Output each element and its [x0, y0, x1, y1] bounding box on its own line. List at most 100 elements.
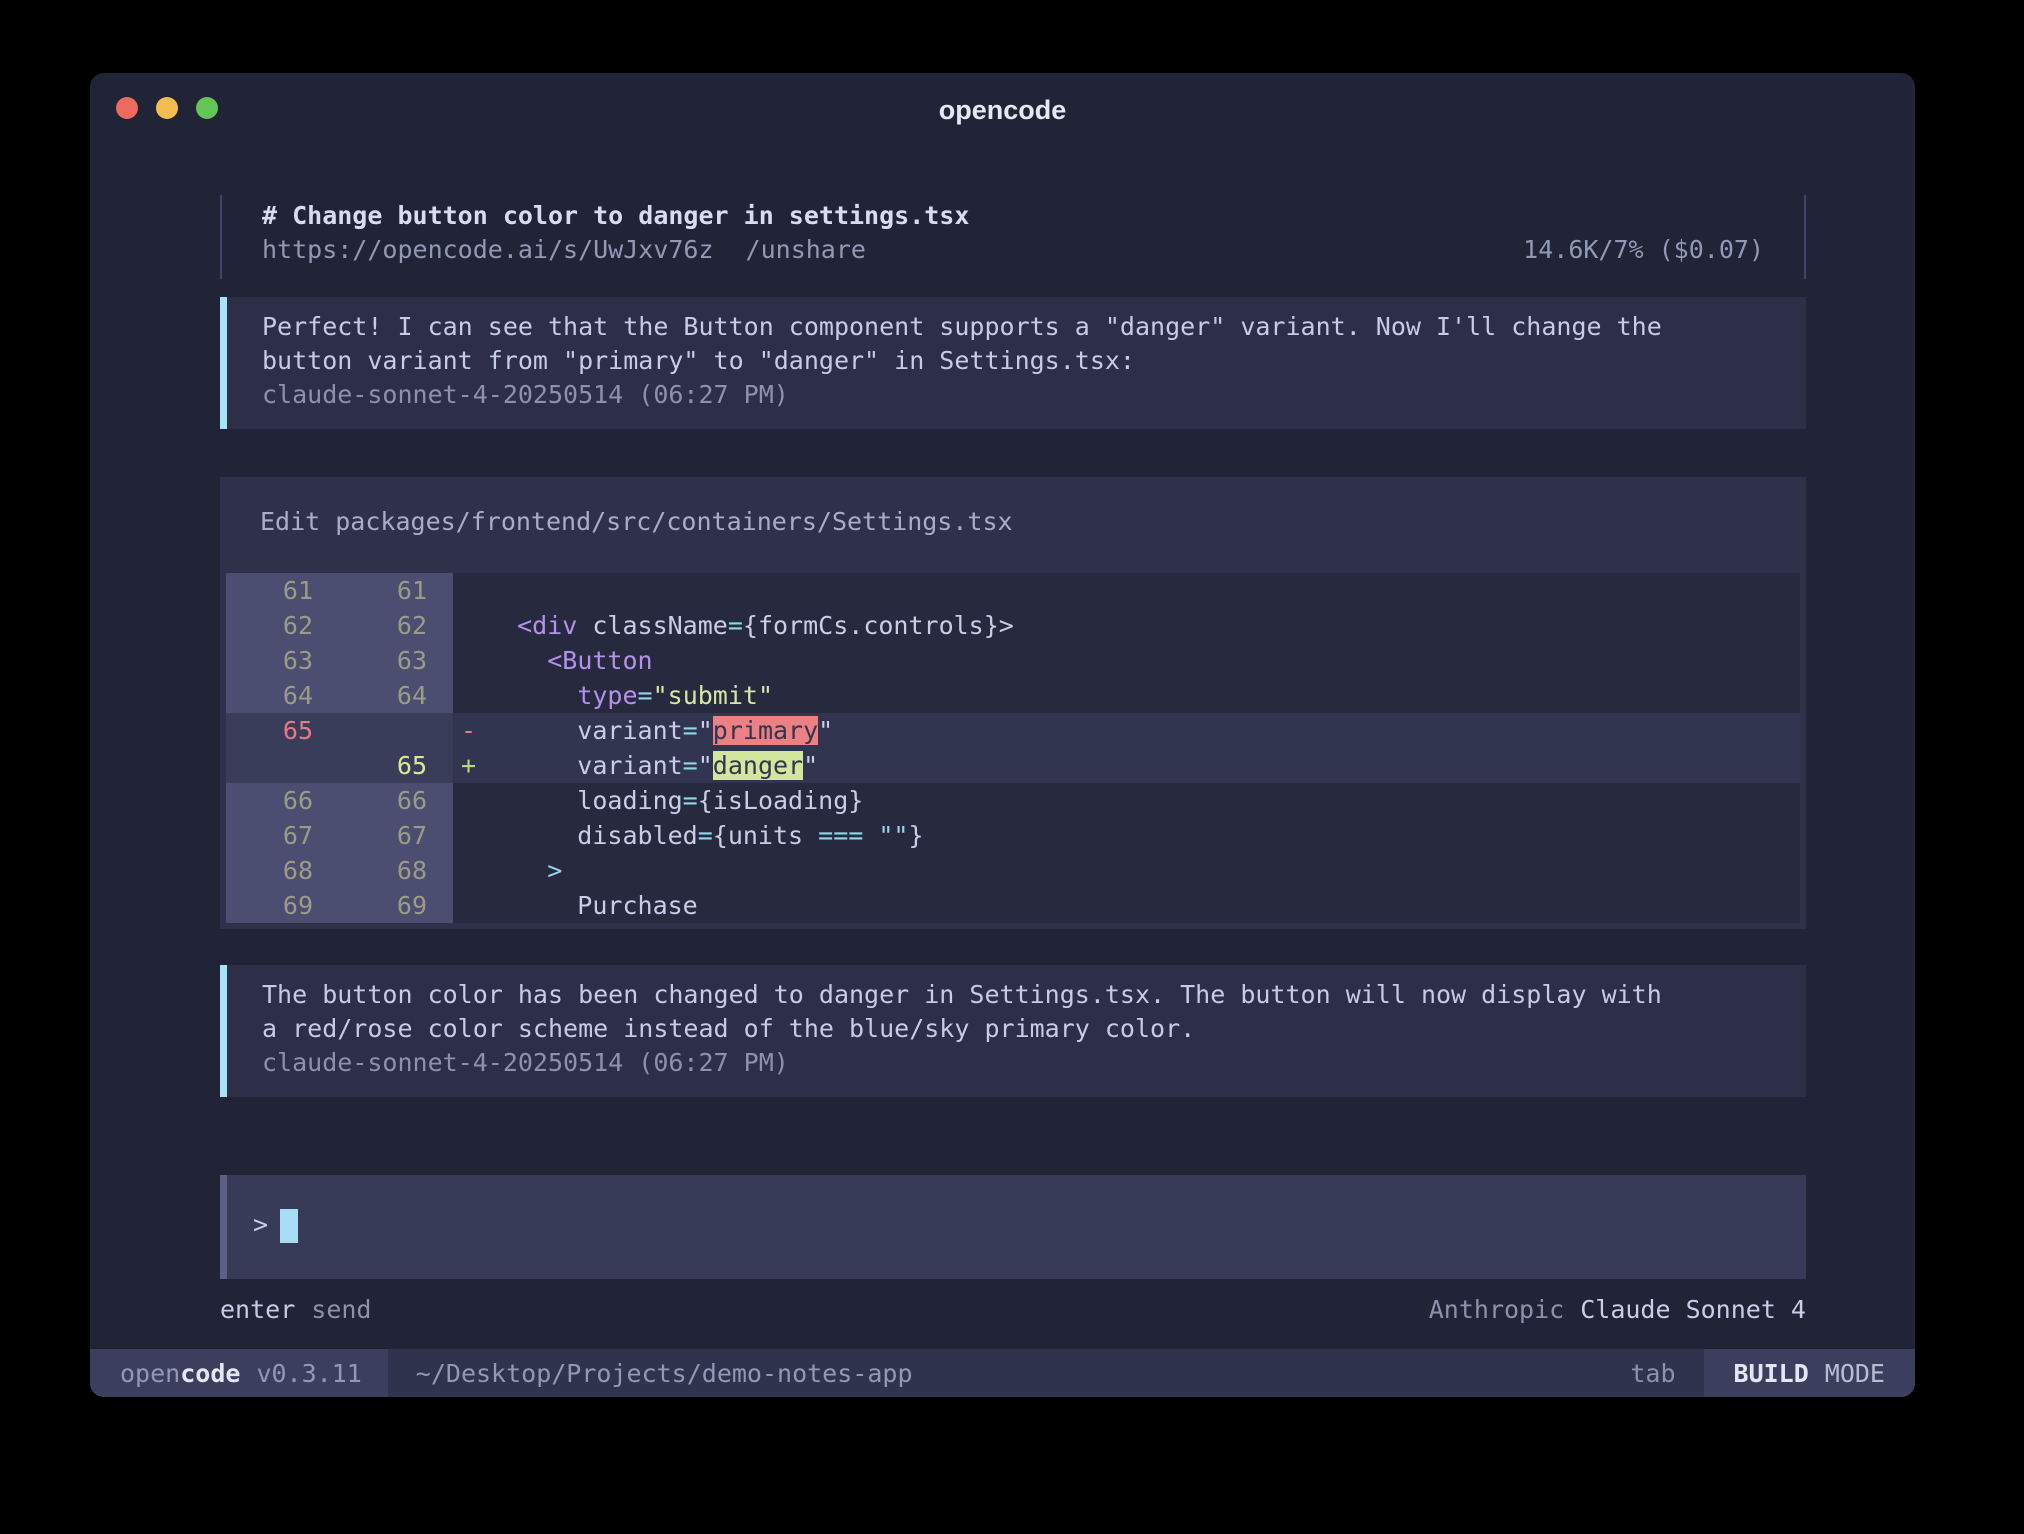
line-number-new: 65	[339, 748, 453, 783]
line-number-old: 66	[226, 783, 339, 818]
message-model-timestamp: claude-sonnet-4-20250514 (06:27 PM)	[262, 378, 1662, 412]
diff-row: 65+ variant="danger"	[226, 748, 1800, 783]
app-name-regular: open	[120, 1359, 180, 1388]
hints-spacer	[371, 1293, 1428, 1327]
line-number-old: 61	[226, 573, 339, 608]
message-text-line: The button color has been changed to dan…	[262, 978, 1662, 1012]
header-spacer	[866, 233, 1523, 267]
code-token: type	[577, 681, 637, 710]
code-token: Purchase	[487, 891, 698, 920]
mode-segment: BUILD MODE	[1704, 1349, 1915, 1397]
code-token: =	[638, 681, 653, 710]
diff-code-line	[487, 573, 1800, 608]
diff-sign: +	[453, 748, 487, 783]
line-number-new: 64	[339, 678, 453, 713]
line-number-new: 63	[339, 643, 453, 678]
diff-row: 6666 loading={isLoading}	[226, 783, 1800, 818]
opencode-window: opencode # Change button color to danger…	[90, 73, 1915, 1397]
diff-sign	[453, 853, 487, 888]
session-header: # Change button color to danger in setti…	[220, 195, 1806, 279]
line-number-old: 69	[226, 888, 339, 923]
diff-sign	[453, 678, 487, 713]
message-model-timestamp: claude-sonnet-4-20250514 (06:27 PM)	[262, 1046, 1662, 1080]
line-number-old: 65	[226, 713, 339, 748]
diff-code-line: loading={isLoading}	[487, 783, 1800, 818]
edit-tool-title: Edit packages/frontend/src/containers/Se…	[226, 505, 1800, 539]
code-token	[487, 681, 577, 710]
unshare-command-hint: /unshare	[746, 233, 866, 267]
line-number-old	[226, 748, 339, 783]
code-token: ""	[878, 821, 908, 850]
text-cursor	[280, 1209, 298, 1243]
session-view: # Change button color to danger in setti…	[90, 143, 1915, 1349]
diff-row: 65- variant="primary"	[226, 713, 1800, 748]
code-token: =	[698, 821, 713, 850]
line-number-new: 61	[339, 573, 453, 608]
code-token: {units	[713, 821, 818, 850]
context-usage-stats: 14.6K/7% ($0.07)	[1523, 233, 1764, 267]
status-bar: opencode v0.3.11 ~/Desktop/Projects/demo…	[90, 1349, 1915, 1397]
line-number-old: 63	[226, 643, 339, 678]
code-token	[487, 611, 517, 640]
diff-sign	[453, 818, 487, 853]
diff-code-line: <div className={formCs.controls}>	[487, 608, 1800, 643]
diff-row: 6464 type="submit"	[226, 678, 1800, 713]
code-token: =	[683, 751, 698, 780]
code-token	[487, 646, 547, 675]
session-title: # Change button color to danger in setti…	[262, 199, 1764, 233]
assistant-message: Perfect! I can see that the Button compo…	[220, 297, 1806, 429]
diff-row: 6969 Purchase	[226, 888, 1800, 923]
line-number-old: 62	[226, 608, 339, 643]
share-url-link[interactable]: https://opencode.ai/s/UwJxv76z	[262, 233, 714, 267]
diff-sign	[453, 643, 487, 678]
session-subheader: https://opencode.ai/s/UwJxv76z /unshare …	[262, 233, 1764, 267]
line-number-new: 68	[339, 853, 453, 888]
code-token: className	[577, 611, 728, 640]
code-token: "	[698, 751, 713, 780]
enter-key-hint: enter	[220, 1293, 295, 1327]
app-version: v0.3.11	[256, 1359, 361, 1388]
diff-sign	[453, 888, 487, 923]
diff-code-line: type="submit"	[487, 678, 1800, 713]
line-number-old: 68	[226, 853, 339, 888]
code-token: primary	[713, 716, 818, 745]
message-body: Perfect! I can see that the Button compo…	[227, 297, 1682, 429]
app-version-segment: opencode v0.3.11	[90, 1349, 388, 1397]
model-provider-label: Anthropic	[1429, 1293, 1564, 1327]
diff-sign	[453, 573, 487, 608]
message-text-line: button variant from "primary" to "danger…	[262, 344, 1662, 378]
code-token: =	[683, 786, 698, 815]
code-token: "	[818, 716, 833, 745]
code-token: >	[547, 856, 562, 885]
code-token: =	[683, 716, 698, 745]
diff-row: 6262 <div className={formCs.controls}>	[226, 608, 1800, 643]
code-token	[487, 856, 547, 885]
diff-sign: -	[453, 713, 487, 748]
tab-key-hint: tab	[1630, 1359, 1675, 1388]
diff-code-line: variant="danger"	[487, 748, 1800, 783]
send-action-label: send	[311, 1293, 371, 1327]
code-token: =	[728, 611, 743, 640]
diff-code-line: >	[487, 853, 1800, 888]
code-token: <div	[517, 611, 577, 640]
diff-row: 6868 >	[226, 853, 1800, 888]
code-token: disabled	[487, 821, 698, 850]
model-name-label: Claude Sonnet 4	[1580, 1293, 1806, 1327]
diff-code-line: disabled={units === ""}	[487, 818, 1800, 853]
hints-row: enter send Anthropic Claude Sonnet 4	[220, 1293, 1806, 1327]
prompt-input[interactable]: >	[227, 1175, 1806, 1279]
diff-table: 61616262 <div className={formCs.controls…	[226, 573, 1800, 923]
code-token: loading	[487, 786, 683, 815]
window-title: opencode	[90, 95, 1915, 126]
edit-tool-card: Edit packages/frontend/src/containers/Se…	[220, 477, 1806, 929]
message-accent-bar	[220, 297, 227, 429]
code-token	[863, 821, 878, 850]
working-directory: ~/Desktop/Projects/demo-notes-app	[416, 1359, 913, 1388]
message-body: The button color has been changed to dan…	[227, 965, 1682, 1097]
diff-code-line: <Button	[487, 643, 1800, 678]
diff-sign	[453, 608, 487, 643]
line-number-new: 66	[339, 783, 453, 818]
mode-name: BUILD	[1734, 1359, 1809, 1388]
message-accent-bar	[220, 965, 227, 1097]
app-name-bold: code	[180, 1359, 240, 1388]
